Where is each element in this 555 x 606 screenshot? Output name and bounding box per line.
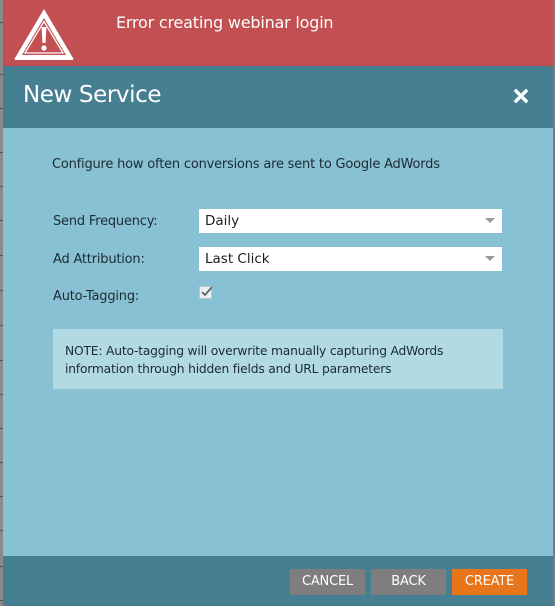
checkmark-icon bbox=[201, 286, 213, 297]
auto-tagging-note: NOTE: Auto-tagging will overwrite manual… bbox=[53, 329, 503, 389]
chevron-down-icon bbox=[485, 256, 495, 261]
error-banner: Error creating webinar login bbox=[3, 0, 553, 66]
close-icon bbox=[513, 88, 529, 104]
new-service-dialog: New Service Configure how often conversi… bbox=[3, 66, 553, 606]
auto-tagging-label: Auto-Tagging: bbox=[53, 289, 140, 304]
dialog-body: Configure how often conversions are sent… bbox=[3, 128, 553, 556]
warning-triangle-icon bbox=[14, 9, 74, 60]
ad-attribution-value: Last Click bbox=[205, 251, 270, 267]
chevron-down-icon bbox=[485, 218, 495, 223]
back-button[interactable]: BACK bbox=[371, 569, 446, 595]
error-message: Error creating webinar login bbox=[116, 13, 334, 32]
ad-attribution-select[interactable]: Last Click bbox=[199, 247, 502, 271]
dialog-header: New Service bbox=[3, 66, 553, 128]
intro-text: Configure how often conversions are sent… bbox=[52, 157, 440, 172]
auto-tagging-checkbox[interactable] bbox=[199, 286, 213, 299]
dialog-title: New Service bbox=[23, 82, 162, 108]
cancel-button[interactable]: CANCEL bbox=[290, 569, 365, 595]
close-button[interactable] bbox=[511, 86, 531, 106]
dialog-footer: CANCEL BACK CREATE bbox=[3, 556, 553, 606]
send-frequency-select[interactable]: Daily bbox=[199, 209, 502, 233]
send-frequency-label: Send Frequency: bbox=[53, 214, 158, 229]
send-frequency-value: Daily bbox=[205, 213, 240, 229]
create-button[interactable]: CREATE bbox=[452, 569, 527, 595]
ad-attribution-label: Ad Attribution: bbox=[53, 252, 145, 267]
